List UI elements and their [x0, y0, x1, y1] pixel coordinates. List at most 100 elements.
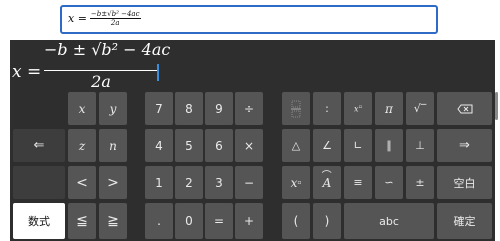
cursor-right-button[interactable]: ⇒	[437, 129, 492, 162]
display-lhs: x =	[12, 62, 42, 82]
key-right-angle[interactable]: ∟	[344, 129, 372, 162]
key-power[interactable]: x ▫	[282, 166, 310, 199]
key-greater-equal[interactable]: ≧	[99, 203, 127, 239]
backspace-button[interactable]	[437, 92, 492, 125]
key-plus-label: +	[243, 214, 255, 228]
key-multiply-label: ×	[243, 138, 255, 153]
key-triangle-label: △	[291, 139, 301, 152]
key-3-label: 3	[215, 175, 223, 190]
enter-button-label: 確定	[453, 215, 476, 228]
key-less-equal[interactable]: ≦	[68, 203, 96, 239]
key-right-paren[interactable]: )	[313, 203, 341, 239]
input-lhs: x =	[68, 12, 87, 25]
key-minus[interactable]: −	[235, 166, 263, 199]
key-congruent[interactable]: ≡	[344, 166, 372, 199]
key-left-paren[interactable]: (	[282, 203, 310, 239]
space-button[interactable]: 空白	[437, 166, 492, 199]
key-greater-than[interactable]: >	[99, 166, 127, 199]
fraction-icon	[291, 100, 301, 117]
enter-button[interactable]: 確定	[437, 203, 492, 239]
math-keyboard: x = −b ± √b² − 4ac 2a ⇐ 数式 x y z n < > ≦…	[10, 40, 498, 241]
key-9[interactable]: 9	[205, 92, 233, 125]
key-2[interactable]: 2	[175, 166, 203, 199]
key-4-label: 4	[155, 138, 163, 153]
key-superscript[interactable]: x▫	[344, 92, 372, 125]
key-greater-equal-label: ≧	[107, 213, 119, 229]
key-0[interactable]: 0	[175, 203, 203, 239]
key-n[interactable]: n	[99, 129, 127, 162]
superscript-icon: x▫	[354, 103, 362, 114]
text-caret	[157, 64, 159, 81]
empty-key-left	[13, 166, 65, 199]
key-1[interactable]: 1	[145, 166, 173, 199]
key-6[interactable]: 6	[205, 129, 233, 162]
key-power-label: x	[290, 175, 298, 190]
key-perpendicular[interactable]: ⊥	[406, 129, 434, 162]
key-parallel-label: ∥	[386, 139, 392, 152]
key-n-label: n	[109, 138, 117, 153]
key-7[interactable]: 7	[145, 92, 173, 125]
arc-icon: ⌒ A	[321, 170, 332, 190]
key-right-angle-label: ∟	[353, 139, 363, 152]
key-plus-minus-label: ±	[415, 176, 425, 189]
key-y[interactable]: y	[99, 92, 127, 125]
key-8-label: 8	[185, 101, 193, 116]
key-x-label: x	[78, 101, 86, 116]
space-button-label: 空白	[453, 176, 476, 190]
sqrt-icon: √‾	[413, 102, 427, 115]
key-multiply[interactable]: ×	[235, 129, 263, 162]
input-fraction: −b±√b² −4ac 2a	[89, 10, 141, 27]
key-divide[interactable]: ÷	[235, 92, 263, 125]
key-equals-label: =	[213, 214, 225, 228]
scrollbar-thumb[interactable]	[495, 92, 498, 120]
key-similar-label: ∽	[384, 176, 394, 189]
key-colon[interactable]: :	[313, 92, 341, 125]
key-less-equal-label: ≦	[76, 213, 88, 229]
key-arc[interactable]: ⌒ A	[313, 166, 341, 199]
key-left-paren-label: (	[293, 214, 299, 228]
key-perpendicular-label: ⊥	[415, 139, 425, 152]
input-denominator: 2a	[110, 19, 120, 27]
key-angle-label: ∠	[322, 139, 332, 152]
display-denominator: 2a	[91, 72, 111, 91]
key-pi[interactable]: π	[375, 92, 403, 125]
key-divide-label: ÷	[243, 101, 255, 116]
key-minus-label: −	[243, 175, 255, 190]
key-similar[interactable]: ∽	[375, 166, 403, 199]
key-triangle[interactable]: △	[282, 129, 310, 162]
abc-keyboard-button[interactable]: abc	[344, 203, 434, 239]
key-parallel[interactable]: ∥	[375, 129, 403, 162]
key-8[interactable]: 8	[175, 92, 203, 125]
formula-input-field[interactable]: x = −b±√b² −4ac 2a	[60, 5, 438, 34]
key-3[interactable]: 3	[205, 166, 233, 199]
power-icon: ▫	[297, 179, 302, 186]
key-pi-label: π	[385, 101, 393, 116]
key-right-paren-label: )	[324, 214, 330, 228]
key-5[interactable]: 5	[175, 129, 203, 162]
key-less-than[interactable]: <	[68, 166, 96, 199]
key-1-label: 1	[155, 175, 163, 190]
formula-display: x = −b ± √b² − 4ac 2a	[10, 40, 495, 91]
input-formula: x = −b±√b² −4ac 2a	[68, 10, 141, 27]
key-y-label: y	[109, 101, 117, 116]
key-2-label: 2	[185, 175, 193, 190]
key-greater-than-label: >	[107, 174, 119, 191]
arrow-left-icon: ⇐	[33, 138, 45, 153]
key-z[interactable]: z	[68, 129, 96, 162]
cursor-left-button[interactable]: ⇐	[13, 129, 65, 162]
key-equals[interactable]: =	[205, 203, 233, 239]
key-angle[interactable]: ∠	[313, 129, 341, 162]
backspace-icon	[456, 104, 472, 113]
key-plus[interactable]: +	[235, 203, 263, 239]
key-z-label: z	[78, 138, 86, 153]
key-9-label: 9	[215, 101, 223, 116]
key-4[interactable]: 4	[145, 129, 173, 162]
key-decimal-point[interactable]: .	[145, 203, 173, 239]
key-fraction[interactable]	[282, 92, 310, 125]
key-sqrt[interactable]: √‾	[406, 92, 434, 125]
key-0-label: 0	[185, 214, 193, 228]
key-5-label: 5	[185, 138, 193, 153]
key-x[interactable]: x	[68, 92, 96, 125]
math-mode-button[interactable]: 数式	[13, 203, 65, 239]
key-plus-minus[interactable]: ±	[406, 166, 434, 199]
